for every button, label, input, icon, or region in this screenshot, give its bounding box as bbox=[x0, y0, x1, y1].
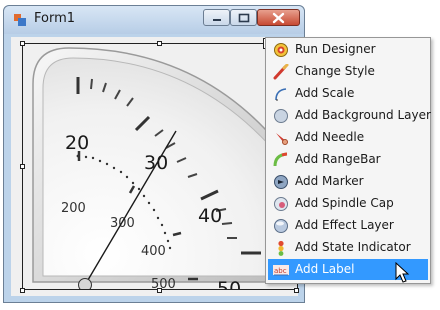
resize-handle[interactable] bbox=[20, 288, 25, 293]
run-designer-icon bbox=[274, 43, 288, 57]
menu-item-run-designer[interactable]: Run Designer bbox=[268, 39, 428, 60]
resize-handle[interactable] bbox=[20, 41, 25, 46]
menu-item-add-rangebar[interactable]: Add RangeBar bbox=[268, 149, 428, 170]
marker-icon bbox=[274, 175, 288, 189]
rangebar-icon bbox=[273, 152, 288, 167]
menu-item-add-scale[interactable]: Add Scale bbox=[268, 83, 428, 104]
menu-item-label: Add Marker bbox=[295, 174, 364, 188]
menu-item-label: Add State Indicator bbox=[295, 240, 411, 254]
menu-item-label: Add Effect Layer bbox=[295, 218, 394, 232]
effect-layer-icon bbox=[274, 219, 288, 233]
app-icon bbox=[14, 14, 26, 26]
control-selection-frame bbox=[22, 43, 298, 290]
smart-tag-menu: Run Designer Change Style Add Scale Add … bbox=[265, 37, 431, 284]
menu-item-label: Add Scale bbox=[295, 86, 355, 100]
menu-item-label: Change Style bbox=[295, 64, 375, 78]
resize-handle[interactable] bbox=[20, 164, 25, 169]
background-layer-icon bbox=[274, 109, 288, 123]
close-button[interactable] bbox=[257, 9, 300, 26]
window-title: Form1 bbox=[34, 11, 76, 26]
svg-text:abc: abc bbox=[274, 267, 287, 275]
close-icon bbox=[272, 12, 285, 24]
scale-icon bbox=[275, 88, 287, 101]
menu-item-change-style[interactable]: Change Style bbox=[268, 61, 428, 82]
menu-item-label: Run Designer bbox=[295, 42, 376, 56]
resize-handle[interactable] bbox=[294, 288, 299, 293]
menu-item-add-needle[interactable]: Add Needle bbox=[268, 127, 428, 148]
menu-item-add-background-layer[interactable]: Add Background Layer bbox=[268, 105, 431, 126]
menu-item-label: Add Label bbox=[295, 262, 355, 276]
menu-item-label: Add Spindle Cap bbox=[295, 196, 394, 210]
menu-item-label: Add Background Layer bbox=[295, 108, 431, 122]
minimize-icon bbox=[213, 19, 221, 21]
maximize-button[interactable] bbox=[230, 9, 257, 26]
needle-icon bbox=[276, 133, 288, 145]
menu-item-add-state-indicator[interactable]: Add State Indicator bbox=[268, 237, 428, 258]
mouse-pointer-icon bbox=[395, 262, 410, 283]
menu-item-add-marker[interactable]: Add Marker bbox=[268, 171, 428, 192]
menu-item-label: Add Needle bbox=[295, 130, 365, 144]
change-style-icon bbox=[273, 64, 289, 80]
menu-item-label: Add RangeBar bbox=[295, 152, 381, 166]
resize-handle[interactable] bbox=[157, 288, 162, 293]
label-icon: abc bbox=[273, 265, 289, 276]
form-client-area: 20 30 40 50 200 300 400 500 bbox=[11, 37, 299, 296]
spindle-cap-icon bbox=[274, 197, 288, 211]
menu-item-add-effect-layer[interactable]: Add Effect Layer bbox=[268, 215, 428, 236]
maximize-icon bbox=[238, 13, 250, 23]
menu-item-add-spindle-cap[interactable]: Add Spindle Cap bbox=[268, 193, 428, 214]
form-window: Form1 20 30 40 50 200 300 400 500 bbox=[3, 5, 305, 303]
minimize-button[interactable] bbox=[203, 9, 230, 26]
state-indicator-icon bbox=[278, 240, 284, 256]
title-bar[interactable]: Form1 bbox=[4, 6, 304, 34]
resize-handle[interactable] bbox=[157, 41, 162, 46]
